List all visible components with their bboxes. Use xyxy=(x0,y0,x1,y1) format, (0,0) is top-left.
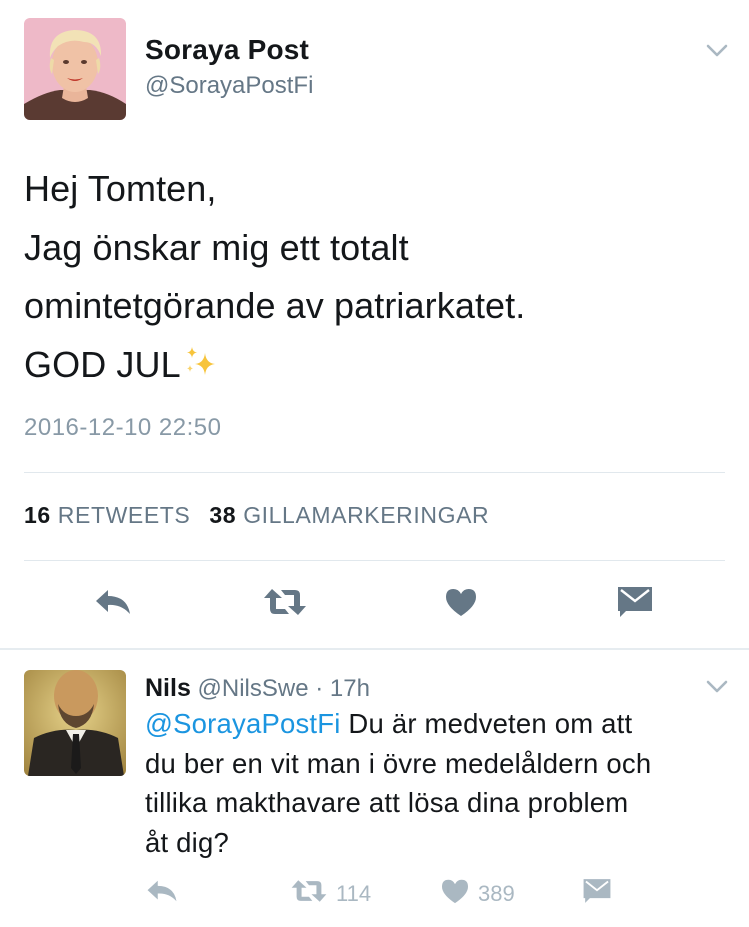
direct-message-icon xyxy=(616,585,654,624)
reply-header: Nils @NilsSwe · 17h xyxy=(145,674,370,703)
chevron-down-icon[interactable] xyxy=(706,680,728,694)
tweet-timestamp[interactable]: 2016-12-10 22:50 xyxy=(24,414,222,442)
retweet-count[interactable]: 16 xyxy=(24,502,51,528)
tweet-text: Hej Tomten, Jag önskar mig ett totalt om… xyxy=(24,160,724,396)
author-name[interactable]: Soraya Post xyxy=(145,34,309,66)
author-avatar[interactable] xyxy=(24,18,126,120)
chevron-down-icon[interactable] xyxy=(706,44,728,58)
reply-text: @SorayaPostFi Du är medveten om att du b… xyxy=(145,704,735,862)
retweet-icon xyxy=(290,878,328,910)
like-count[interactable]: 38 xyxy=(209,502,236,528)
reply-like-button[interactable]: 389 xyxy=(440,878,515,910)
reply-like-count: 389 xyxy=(478,881,515,906)
direct-message-button[interactable] xyxy=(610,582,660,626)
tweet-text-line: GOD JUL xyxy=(24,336,724,397)
heart-icon xyxy=(440,878,470,910)
reply-time[interactable]: · 17h xyxy=(315,675,370,702)
tweet-text-line: Jag önskar mig ett totalt xyxy=(24,226,409,268)
reply-text-line: tillika makthavare att lösa dina problem xyxy=(145,787,629,818)
like-button[interactable] xyxy=(436,584,486,624)
reply-author-name[interactable]: Nils xyxy=(145,674,191,702)
reply-icon xyxy=(93,588,133,621)
reply-retweet-count: 114 xyxy=(336,881,372,906)
reply-author-handle[interactable]: @NilsSwe xyxy=(198,675,309,702)
reply-reply-button[interactable] xyxy=(145,878,179,910)
heart-icon xyxy=(444,587,478,622)
divider xyxy=(24,560,725,561)
divider xyxy=(0,648,749,650)
reply-button[interactable] xyxy=(88,584,138,624)
sparkles-icon xyxy=(183,338,219,397)
divider xyxy=(24,472,725,473)
retweet-label[interactable]: RETWEETS xyxy=(58,502,191,528)
reply-icon xyxy=(145,879,179,909)
direct-message-icon xyxy=(582,877,612,911)
reply-text-line: du ber en vit man i övre medelåldern och xyxy=(145,747,652,779)
reply-text-line: Du är medveten om att xyxy=(340,708,633,739)
retweet-icon xyxy=(262,587,308,622)
like-label[interactable]: GILLAMARKERINGAR xyxy=(243,502,489,528)
reply-text-line: åt dig? xyxy=(145,826,229,858)
tweet-text-line: GOD JUL xyxy=(24,343,181,385)
retweet-button[interactable] xyxy=(260,584,310,624)
tweet-text-line: Hej Tomten, xyxy=(24,168,217,209)
reply-dm-button[interactable] xyxy=(582,878,612,910)
reply-author-avatar[interactable] xyxy=(24,670,126,776)
reply-retweet-button[interactable]: 114 xyxy=(290,878,371,910)
author-handle[interactable]: @SorayaPostFi xyxy=(145,72,313,100)
tweet-text-line: omintetgörande av patriarkatet. xyxy=(24,285,526,326)
mention-link[interactable]: @SorayaPostFi xyxy=(145,708,341,739)
tweet-stats: 16 RETWEETS 38 GILLAMARKERINGAR xyxy=(24,502,489,529)
